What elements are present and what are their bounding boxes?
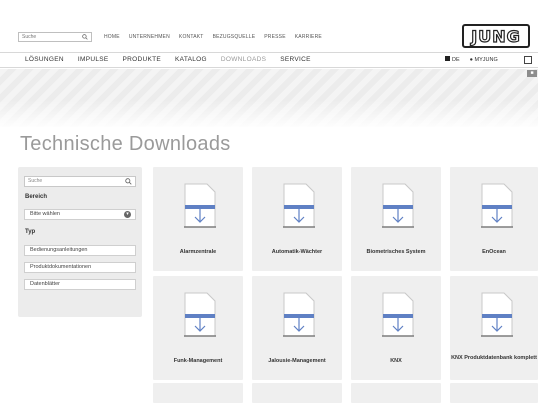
header-search-input[interactable]: Suche (18, 32, 92, 42)
flag-icon (445, 56, 450, 61)
sidebar-search-placeholder: Suche (28, 178, 43, 184)
link-kontakt[interactable]: KONTAKT (179, 32, 204, 42)
download-tile[interactable]: Alarmzentrale (153, 167, 243, 271)
language-selector[interactable]: DE (445, 53, 460, 67)
myjung-link[interactable]: ● MYJUNG (470, 53, 498, 67)
type-filter-produktdokumentationen[interactable]: Produktdokumentationen (24, 262, 136, 273)
tile-label: Alarmzentrale (179, 249, 217, 255)
myjung-label: MYJUNG (474, 57, 498, 63)
tile-label: EnOcean (482, 249, 506, 255)
header-search-placeholder: Suche (22, 34, 37, 40)
side-tab-icon[interactable]: ■ (527, 70, 537, 77)
download-tile[interactable]: Automatik-Wächter (252, 167, 342, 271)
nav-impulse[interactable]: IMPULSE (78, 53, 109, 67)
document-download-icon (184, 183, 216, 228)
document-download-icon (184, 292, 216, 337)
download-tile[interactable]: KNX (351, 276, 441, 380)
download-tile[interactable]: Funk-Management (153, 276, 243, 380)
download-tile[interactable]: Biometrisches System (351, 167, 441, 271)
link-bezugsquelle[interactable]: BEZUGSQUELLE (213, 32, 256, 42)
bereich-select-value: Bitte wählen (30, 211, 60, 217)
link-presse[interactable]: PRESSE (264, 32, 286, 42)
typ-label: Typ (25, 229, 36, 235)
link-karriere[interactable]: KARRIERE (295, 32, 322, 42)
nav-loesungen[interactable]: LÖSUNGEN (25, 53, 64, 67)
top-bar: Suche HOME UNTERNEHMEN KONTAKT BEZUGSQUE… (0, 0, 538, 50)
download-tile[interactable]: KNX Produktdatenbank komplett (450, 276, 538, 380)
tile-label: Automatik-Wächter (271, 249, 323, 255)
download-tile[interactable] (351, 383, 441, 403)
utility-links: HOME UNTERNEHMEN KONTAKT BEZUGSQUELLE PR… (104, 32, 322, 42)
banner-fade (0, 100, 538, 130)
document-download-icon (382, 183, 414, 228)
grid-icon[interactable] (524, 56, 532, 64)
link-home[interactable]: HOME (104, 32, 120, 42)
bereich-label: Bereich (25, 194, 48, 200)
download-tile[interactable] (252, 383, 342, 403)
document-download-icon (481, 292, 513, 337)
filter-sidebar: Suche Bereich Bitte wählen ▾ Typ Bedienu… (18, 167, 142, 317)
link-unternehmen[interactable]: UNTERNEHMEN (129, 32, 170, 42)
download-tile[interactable]: EnOcean (450, 167, 538, 271)
download-tile[interactable] (450, 383, 538, 403)
tile-label: KNX (390, 358, 402, 364)
sidebar-search-input[interactable]: Suche (24, 176, 136, 187)
type-filter-bedienungsanleitungen[interactable]: Bedienungsanleitungen (24, 245, 136, 256)
nav-produkte[interactable]: PRODUKTE (123, 53, 162, 67)
nav-katalog[interactable]: KATALOG (175, 53, 207, 67)
search-icon[interactable] (125, 178, 132, 185)
tile-label: KNX Produktdatenbank komplett (451, 355, 537, 361)
tile-label: Jalousie-Management (268, 358, 326, 364)
download-tile[interactable]: Jalousie-Management (252, 276, 342, 380)
main-nav: LÖSUNGEN IMPULSE PRODUKTE KATALOG DOWNLO… (0, 52, 538, 68)
jung-logo[interactable]: JUNG (462, 24, 530, 48)
tile-label: Funk-Management (173, 358, 223, 364)
bereich-select[interactable]: Bitte wählen ▾ (24, 209, 136, 220)
document-download-icon (382, 292, 414, 337)
language-label: DE (452, 57, 460, 63)
tile-label: Biometrisches System (366, 249, 426, 255)
page: Suche HOME UNTERNEHMEN KONTAKT BEZUGSQUE… (0, 0, 538, 403)
chevron-down-icon: ▾ (124, 211, 131, 218)
page-title: Technische Downloads (20, 133, 231, 155)
document-download-icon (283, 292, 315, 337)
nav-service[interactable]: SERVICE (280, 53, 311, 67)
document-download-icon (283, 183, 315, 228)
download-tile[interactable] (153, 383, 243, 403)
document-download-icon (481, 183, 513, 228)
nav-downloads[interactable]: DOWNLOADS (221, 53, 266, 67)
type-filter-datenblaetter[interactable]: Datenblätter (24, 279, 136, 290)
search-icon[interactable] (82, 34, 88, 40)
